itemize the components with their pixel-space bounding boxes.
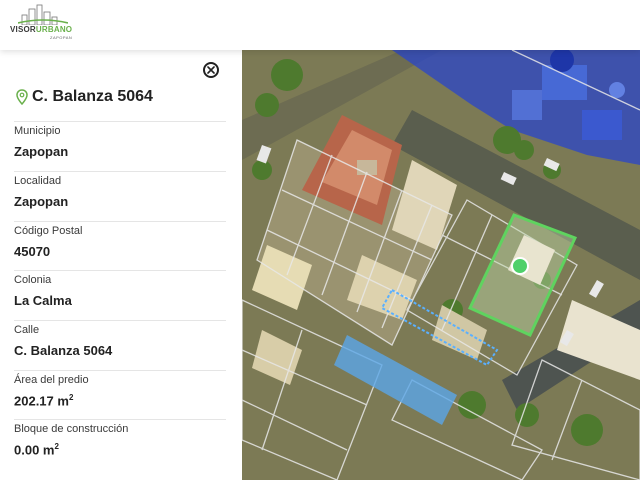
unit-superscript: 2: [54, 442, 59, 451]
field-label: Bloque de construcción: [14, 423, 129, 435]
brand-part2: URBANO: [35, 25, 73, 34]
field-value: 0.00 m2: [14, 442, 226, 457]
map-canvas[interactable]: [242, 50, 640, 480]
brand-sub: ZAPOPAN: [50, 35, 73, 40]
satellite-map[interactable]: [242, 50, 640, 480]
map-pin-icon: [16, 89, 28, 105]
field-value-number: 202.17 m: [14, 393, 69, 409]
unit-superscript: 2: [68, 393, 74, 402]
field-value-number: 0.00 m: [14, 442, 55, 458]
field-value: 202.17 m2: [14, 393, 226, 408]
city-skyline-icon: [18, 4, 68, 25]
field-bloque-construccion: Bloque de construcción 0.00 m2: [14, 419, 226, 457]
field-value: Zapopan: [14, 144, 69, 159]
close-icon: [207, 66, 215, 74]
field-area-predio: Área del predio 202.17 m2: [14, 370, 226, 408]
location-dot-icon[interactable]: [511, 257, 529, 275]
field-colonia: Colonia La Calma: [14, 270, 226, 308]
field-value: Zapopan: [14, 194, 69, 209]
field-value: 45070: [14, 244, 51, 259]
top-bar: VISORURBANO ZAPOPAN: [0, 0, 640, 50]
field-codigo-postal: Código Postal 45070: [14, 221, 226, 259]
field-label: Municipio: [14, 125, 61, 137]
field-label: Área del predio: [14, 374, 89, 386]
field-label: Colonia: [14, 274, 52, 286]
close-panel-button[interactable]: [203, 62, 219, 78]
field-municipio: Municipio Zapopan: [14, 121, 226, 159]
address-title: C. Balanza 5064: [32, 88, 153, 105]
field-calle: Calle C. Balanza 5064: [14, 320, 226, 358]
address-heading: C. Balanza 5064: [16, 86, 153, 108]
visor-urbano-logo[interactable]: VISORURBANO ZAPOPAN: [10, 3, 72, 47]
field-label: Localidad: [14, 175, 62, 187]
field-label: Calle: [14, 324, 40, 336]
brand-part1: VISOR: [10, 25, 36, 34]
field-value: C. Balanza 5064: [14, 343, 113, 358]
field-localidad: Localidad Zapopan: [14, 171, 226, 209]
field-value: La Calma: [14, 293, 72, 308]
field-label: Código Postal: [14, 225, 83, 237]
property-info-panel: C. Balanza 5064 Municipio Zapopan Locali…: [0, 50, 242, 480]
